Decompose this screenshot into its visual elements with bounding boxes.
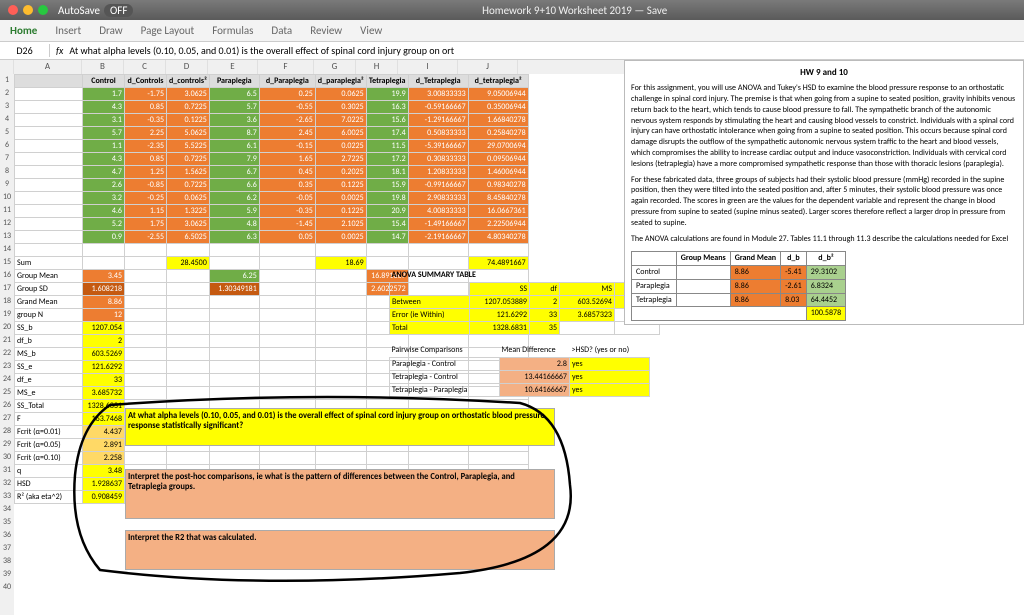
formula-bar: D26 fx At what alpha levels (0.10, 0.05,…	[0, 42, 1024, 60]
max-dot[interactable]	[38, 5, 48, 15]
tab-insert[interactable]: Insert	[55, 24, 81, 37]
formula-text[interactable]: At what alpha levels (0.10, 0.05, and 0.…	[69, 44, 454, 57]
autosave-state[interactable]: OFF	[104, 4, 133, 17]
tab-formulas[interactable]: Formulas	[212, 24, 253, 37]
anova-table: ANOVA SUMMARY TABLE SSdfMSF Between1207.…	[389, 269, 660, 335]
autosave-label: AutoSave	[58, 4, 100, 17]
question-3[interactable]: Interpret the R2 that was calculated.	[125, 530, 555, 570]
tab-draw[interactable]: Draw	[99, 24, 122, 37]
tab-home[interactable]: Home	[10, 24, 37, 37]
question-1[interactable]: At what alpha levels (0.10, 0.05, and 0.…	[125, 408, 555, 446]
file-title: Homework 9+10 Worksheet 2019 — Save	[133, 4, 1016, 17]
instructions-panel: HW 9 and 10 For this assignment, you wil…	[624, 60, 1024, 325]
min-dot[interactable]	[23, 5, 33, 15]
titlebar: AutoSave OFF Homework 9+10 Worksheet 201…	[0, 0, 1024, 20]
tab-review[interactable]: Review	[310, 24, 342, 37]
fx-icon[interactable]: fx	[50, 44, 69, 57]
ribbon: Home Insert Draw Page Layout Formulas Da…	[0, 20, 1024, 42]
tab-view[interactable]: View	[360, 24, 382, 37]
question-2[interactable]: Interpret the post-hoc comparisons, ie w…	[125, 469, 555, 519]
tab-pagelayout[interactable]: Page Layout	[141, 24, 195, 37]
row-headers: 1234567891011121314151617181920212223242…	[0, 74, 14, 615]
anova-title: ANOVA SUMMARY TABLE	[390, 269, 660, 282]
tab-data[interactable]: Data	[271, 24, 292, 37]
panel-title: HW 9 and 10	[631, 67, 1017, 79]
pairwise-table: Pairwise ComparisonsMean Difference>HSD?…	[389, 344, 650, 397]
cell-ref[interactable]: D26	[0, 44, 50, 57]
close-dot[interactable]	[8, 5, 18, 15]
